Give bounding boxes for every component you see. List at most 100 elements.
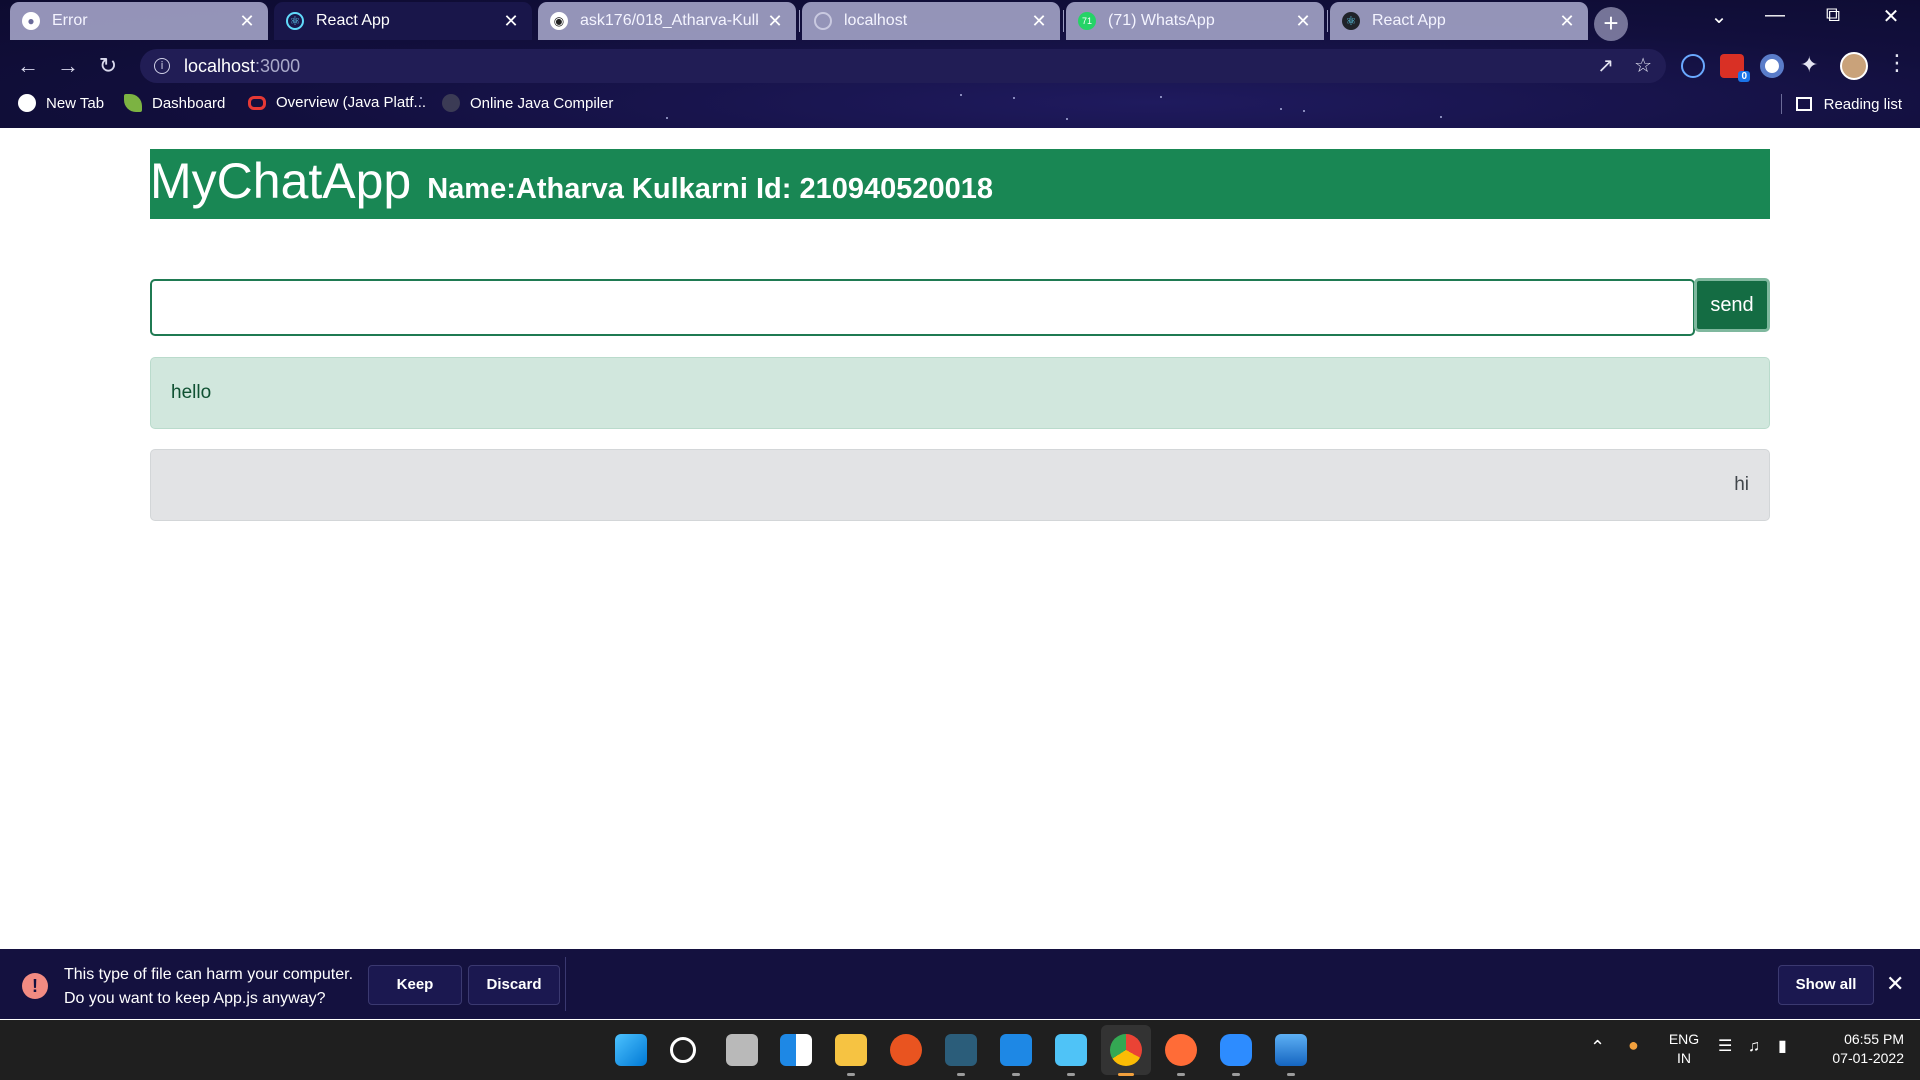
message-sent: hello — [150, 357, 1770, 429]
bookmark-star-icon[interactable]: ☆ — [1634, 53, 1652, 78]
discard-button[interactable]: Discard — [468, 965, 560, 1005]
file-explorer-icon[interactable] — [835, 1034, 867, 1066]
chrome-icon[interactable] — [1110, 1034, 1142, 1066]
address-host: localhost — [184, 55, 256, 76]
tab-react-app[interactable]: ⚛ React App ✕ — [1330, 2, 1588, 40]
extension-icon[interactable] — [1681, 54, 1705, 78]
postman-icon[interactable] — [1165, 1034, 1197, 1066]
vscode-icon[interactable] — [1000, 1034, 1032, 1066]
send-button[interactable]: send — [1694, 278, 1770, 332]
extension-ring-icon[interactable] — [1760, 54, 1784, 78]
message-text: hello — [171, 382, 212, 403]
keep-button[interactable]: Keep — [368, 965, 462, 1005]
message-received: hi — [150, 449, 1770, 521]
show-hidden-icons[interactable]: ⌃ — [1590, 1038, 1605, 1057]
bookmark-java-overview[interactable]: Overview (Java Platf... — [248, 94, 426, 111]
close-window-icon[interactable]: ✕ — [1868, 4, 1914, 29]
battery-icon[interactable]: ▮ — [1778, 1037, 1787, 1056]
show-all-button[interactable]: Show all — [1778, 965, 1874, 1005]
tab-error[interactable]: ● Error ✕ — [10, 2, 268, 40]
warning-line-1: This type of file can harm your computer… — [64, 966, 354, 983]
tab-strip: ● Error ✕ ⚛ React App ✕ ◉ ask176/018_Ath… — [0, 0, 1920, 42]
tab-search-icon[interactable]: ⌄ — [1696, 4, 1742, 29]
globe-icon — [18, 94, 36, 112]
ubuntu-icon[interactable] — [890, 1034, 922, 1066]
close-tab-icon[interactable]: ✕ — [502, 11, 520, 32]
reading-list-label: Reading list — [1823, 95, 1902, 113]
warning-icon: ! — [22, 973, 48, 999]
close-tab-icon[interactable]: ✕ — [1030, 11, 1048, 32]
windows-taskbar: ⌃ ● ENG IN ☰ ♫ ▮ 06:55 PM 07-01-2022 — [0, 1020, 1920, 1080]
tab-title: React App — [316, 12, 390, 29]
close-tab-icon[interactable]: ✕ — [1558, 11, 1576, 32]
reading-list-icon — [1795, 97, 1812, 111]
language-indicator[interactable]: ENG IN — [1664, 1030, 1704, 1068]
date: 07-01-2022 — [1832, 1050, 1904, 1066]
mysql-workbench-icon[interactable] — [945, 1034, 977, 1066]
language: ENG — [1668, 1031, 1700, 1047]
extensions-puzzle-icon[interactable]: ✦ — [1800, 52, 1818, 78]
task-view-icon[interactable] — [726, 1034, 758, 1066]
react-icon: ⚛ — [286, 12, 304, 30]
download-warning-text: This type of file can harm your computer… — [64, 963, 353, 1011]
new-tab-button[interactable]: + — [1594, 7, 1628, 41]
widgets-icon[interactable] — [780, 1034, 812, 1066]
bookmark-java-compiler[interactable]: Online Java Compiler — [442, 94, 613, 112]
start-icon[interactable] — [615, 1034, 647, 1066]
tab-title: localhost — [844, 12, 908, 29]
app-title: MyChatApp — [150, 153, 412, 209]
extension-badge: 0 — [1738, 71, 1750, 82]
site-info-icon[interactable]: i — [154, 58, 170, 74]
search-icon[interactable] — [670, 1037, 696, 1063]
back-icon[interactable]: ← — [14, 52, 42, 80]
wifi-icon[interactable]: ☰ — [1718, 1037, 1732, 1056]
address-bar[interactable]: i localhost:3000 ↗ ☆ — [140, 49, 1666, 83]
globe-icon: ● — [22, 12, 40, 30]
microphone-icon[interactable]: ● — [1628, 1036, 1639, 1055]
whatsapp-icon: 71 — [1078, 12, 1096, 30]
bookmark-new-tab[interactable]: New Tab — [18, 94, 104, 112]
tab-whatsapp[interactable]: 71 (71) WhatsApp ✕ — [1066, 2, 1324, 40]
loading-icon — [814, 12, 832, 30]
clock[interactable]: 06:55 PM 07-01-2022 — [1814, 1030, 1904, 1068]
profile-avatar[interactable] — [1840, 52, 1868, 80]
volume-icon[interactable]: ♫ — [1748, 1037, 1760, 1056]
tab-react-app-active[interactable]: ⚛ React App ✕ — [274, 2, 532, 40]
reading-list-button[interactable]: Reading list — [1780, 94, 1902, 114]
close-tab-icon[interactable]: ✕ — [766, 11, 784, 32]
compiler-icon — [442, 94, 460, 112]
tab-title: ask176/018_Atharva-Kulkarni — [580, 12, 758, 29]
address-port: :3000 — [255, 55, 301, 76]
user-info: Name:Atharva Kulkarni Id: 210940520018 — [427, 173, 994, 205]
page-viewport: MyChatApp Name:Atharva Kulkarni Id: 2109… — [0, 128, 1920, 948]
close-download-bar-icon[interactable]: ✕ — [1886, 971, 1904, 997]
oracle-icon — [248, 95, 266, 110]
github-icon: ◉ — [550, 12, 568, 30]
warning-line-2: Do you want to keep App.js anyway? — [64, 990, 326, 1007]
forward-icon[interactable]: → — [54, 52, 82, 80]
bookmark-dashboard[interactable]: Dashboard — [124, 94, 225, 112]
close-tab-icon[interactable]: ✕ — [1294, 11, 1312, 32]
region: IN — [1677, 1050, 1691, 1066]
browser-toolbar: ← → ↻ i localhost:3000 ↗ ☆ 0 ✦ ⋮ — [0, 46, 1920, 86]
menu-icon[interactable]: ⋮ — [1886, 50, 1908, 76]
restore-icon[interactable]: ⧉ — [1810, 4, 1856, 27]
leaf-icon — [124, 94, 142, 112]
close-tab-icon[interactable]: ✕ — [238, 11, 256, 32]
download-bar: ! This type of file can harm your comput… — [0, 949, 1920, 1019]
tab-localhost[interactable]: localhost ✕ — [802, 2, 1060, 40]
bookmark-label: Overview (Java Platf... — [276, 94, 427, 111]
message-text: hi — [1734, 474, 1749, 495]
reload-icon[interactable]: ↻ — [94, 52, 122, 80]
bookmarks-bar: New Tab Dashboard Overview (Java Platf..… — [0, 92, 1920, 120]
extension-blocker-icon[interactable]: 0 — [1720, 54, 1750, 82]
zoom-icon[interactable] — [1220, 1034, 1252, 1066]
notepad-icon[interactable] — [1055, 1034, 1087, 1066]
tab-title: (71) WhatsApp — [1108, 12, 1215, 29]
message-input[interactable] — [150, 279, 1695, 336]
share-icon[interactable]: ↗ — [1597, 53, 1614, 78]
bookmark-label: Dashboard — [152, 94, 226, 112]
tab-github[interactable]: ◉ ask176/018_Atharva-Kulkarni ✕ — [538, 2, 796, 40]
minimize-icon[interactable]: — — [1752, 4, 1798, 27]
photos-icon[interactable] — [1275, 1034, 1307, 1066]
